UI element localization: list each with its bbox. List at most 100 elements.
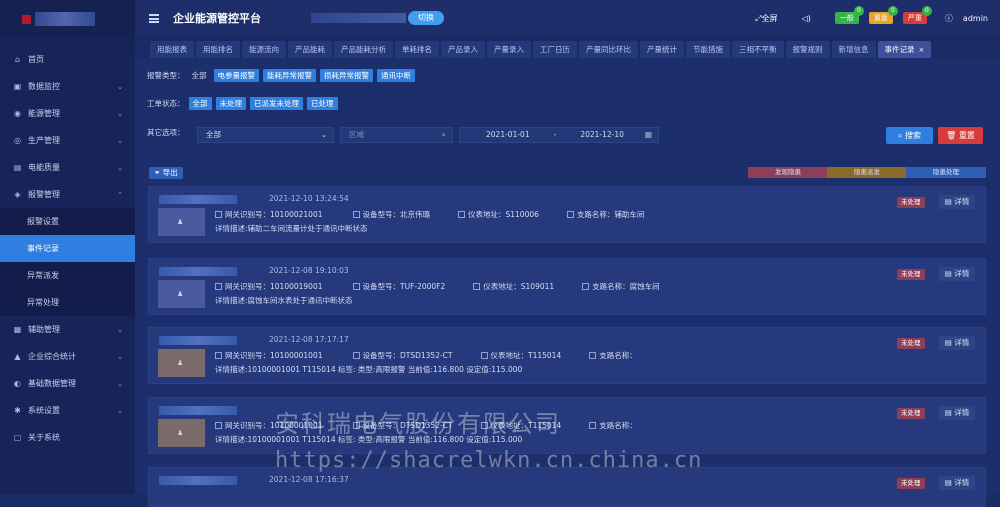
- person-icon: ♟: [177, 429, 184, 437]
- alarm-type-comm[interactable]: 通讯中断: [377, 69, 415, 82]
- model-icon: [352, 283, 360, 290]
- tab-event-records[interactable]: 事件记录 ×: [877, 41, 932, 58]
- tab-unit-ranking[interactable]: 单耗排名: [395, 41, 439, 58]
- alarm-type-loss[interactable]: 损耗异常报警: [320, 69, 373, 82]
- tab-usage-ranking[interactable]: 用能排名: [196, 41, 240, 58]
- order-status-unhandled[interactable]: 未处理: [215, 97, 246, 110]
- meter-icon: [480, 422, 488, 429]
- sidebar-item-stats[interactable]: ▲ 企业综合统计 ⌄: [0, 343, 135, 370]
- fullscreen-button[interactable]: ⤢全屏: [755, 13, 777, 24]
- link-icon: ⚭: [154, 168, 163, 177]
- event-card: 2021-12-10 13:24:54 ♟ 网关识别号：10100021001 设…: [148, 186, 986, 243]
- badge-urgent[interactable]: 紧急 0: [868, 6, 898, 24]
- sidebar-item-home[interactable]: ⌂ 首页: [0, 46, 135, 73]
- badge-normal[interactable]: 一般 0: [834, 6, 864, 24]
- tab-alarm-rules[interactable]: 报警规则: [785, 41, 830, 58]
- tab-product-analysis[interactable]: 产品能耗分析: [334, 41, 393, 58]
- tab-factory-calendar[interactable]: 工厂日历: [533, 41, 577, 58]
- sidebar-item-alarm-settings[interactable]: 报警设置: [0, 208, 135, 235]
- option-select[interactable]: 全部 ⌄: [197, 127, 334, 143]
- detail-button[interactable]: ▤ 详情: [939, 336, 975, 350]
- order-status-all[interactable]: 全部: [188, 97, 212, 110]
- detail-button[interactable]: ▤ 详情: [939, 195, 975, 209]
- tab-bar: 用能报表 用能排名 能源流向 产品能耗 产品能耗分析 单耗排名 产品录入 产量录…: [135, 36, 1000, 58]
- tab-energy-flow[interactable]: 能源流向: [242, 41, 286, 58]
- chevron-down-icon: ⌄: [117, 325, 123, 334]
- sidebar-item-about[interactable]: ▢ 关于系统: [0, 424, 135, 451]
- branch-icon: [589, 352, 597, 359]
- date-range-picker[interactable]: 2021-01-01-2021-12-10 ▦: [459, 127, 659, 143]
- sidebar-item-settings[interactable]: ✱ 系统设置 ⌄: [0, 397, 135, 424]
- sidebar-item-energy[interactable]: ◉ 能源管理 ⌄: [0, 100, 135, 127]
- search-button[interactable]: ⌕ 搜索: [886, 127, 933, 144]
- tab-saving-measures[interactable]: 节能措施: [686, 41, 730, 58]
- user-name[interactable]: admin: [963, 14, 988, 23]
- close-icon[interactable]: ×: [919, 46, 925, 54]
- about-icon: ▢: [13, 433, 22, 442]
- menu-toggle-icon[interactable]: [149, 13, 159, 23]
- sidebar-item-base-data[interactable]: ◐ 基础数据管理 ⌄: [0, 370, 135, 397]
- status-badge: 未处理: [897, 269, 925, 280]
- person-icon: ♟: [177, 290, 184, 298]
- alarm-type-electric[interactable]: 电参量报警: [213, 69, 259, 82]
- document-icon: ▤: [944, 197, 955, 206]
- alarm-type-all[interactable]: 全部: [189, 70, 210, 81]
- tab-new-info[interactable]: 新增信息: [831, 41, 876, 58]
- person-icon: ♟: [177, 359, 184, 367]
- sidebar-item-alarm[interactable]: ◈ 报警管理 ⌃: [0, 181, 135, 208]
- sidebar-item-event-records[interactable]: 事件记录: [0, 235, 135, 262]
- person-icon: ♟: [177, 218, 184, 226]
- event-thumbnail: ♟: [158, 349, 205, 377]
- order-status-handled[interactable]: 已处理: [307, 97, 338, 110]
- header: 企业能源管控平台 切换 ⤢全屏 ◁) 一般 0 紧急 0 严重 0 ⓘ admin: [135, 0, 1000, 36]
- alarm-type-filter: 报警类型： 全部 电参量报警 能耗异常报警 损耗异常报警 通讯中断: [147, 69, 415, 82]
- tab-three-phase[interactable]: 三相不平衡: [732, 41, 784, 58]
- switch-button[interactable]: 切换: [408, 11, 444, 25]
- sidebar-item-production[interactable]: ◎ 生产管理 ⌄: [0, 127, 135, 154]
- alarm-type-energy[interactable]: 能耗异常报警: [263, 69, 316, 82]
- sound-icon[interactable]: ◁): [802, 14, 811, 23]
- meter-icon: [480, 352, 488, 359]
- trash-icon: 🗑: [946, 131, 959, 140]
- tab-usage-report[interactable]: 用能报表: [150, 41, 194, 58]
- chevron-down-icon: ⌄: [117, 352, 123, 361]
- chevron-down-icon: ⌄: [117, 163, 123, 172]
- event-name: [159, 267, 237, 276]
- tab-product-entry[interactable]: 产品录入: [441, 41, 485, 58]
- main-content: 报警类型： 全部 电参量报警 能耗异常报警 损耗异常报警 通讯中断 工单状态： …: [135, 58, 1000, 507]
- reset-button[interactable]: 🗑 重置: [938, 127, 983, 144]
- production-icon: ◎: [14, 136, 21, 145]
- sidebar-item-exception-dispatch[interactable]: 异常派发: [0, 262, 135, 289]
- event-card: 2021-12-08 17:16:37 未处理 ▤ 详情: [148, 467, 986, 507]
- sidebar-item-power-quality[interactable]: ▤ 电能质量 ⌄: [0, 154, 135, 181]
- gateway-icon: [215, 352, 222, 359]
- chevron-down-icon: ⌄: [320, 130, 327, 139]
- status-badge: 未处理: [897, 197, 925, 208]
- region-input[interactable]: 区域 ⌕: [340, 127, 453, 143]
- event-card: ♟ 网关识别号：10100001001 设备型号：DTSD1352-CT 仪表地址：…: [148, 397, 986, 454]
- sidebar-item-exception-handle[interactable]: 异常处理: [0, 289, 135, 316]
- event-card: 2021-12-08 19:10:03 ♟ 网关识别号：10100019001 设…: [148, 258, 986, 315]
- monitor-icon: ▣: [13, 82, 22, 91]
- tab-product-consumption[interactable]: 产品能耗: [288, 41, 332, 58]
- document-icon: ▤: [944, 478, 955, 487]
- sidebar-item-monitor[interactable]: ▣ 数据监控 ⌄: [0, 73, 135, 100]
- help-icon[interactable]: ⓘ: [945, 13, 953, 24]
- tab-output-compare[interactable]: 产量同比环比: [579, 41, 638, 58]
- search-icon: ⌕: [441, 130, 446, 139]
- detail-button[interactable]: ▤ 详情: [939, 267, 975, 281]
- branch-icon: [589, 422, 597, 429]
- export-button[interactable]: ⚭ 导出: [149, 167, 183, 179]
- order-status-dispatched[interactable]: 已派发未处理: [250, 97, 303, 110]
- model-icon: [352, 211, 360, 218]
- detail-button[interactable]: ▤ 详情: [939, 406, 975, 420]
- sidebar-item-assist[interactable]: ▦ 辅助管理 ⌄: [0, 316, 135, 343]
- meter-icon: [458, 211, 465, 218]
- detail-button[interactable]: ▤ 详情: [939, 476, 975, 490]
- badge-severe[interactable]: 严重 0: [902, 6, 932, 24]
- tab-output-entry[interactable]: 产量录入: [487, 41, 531, 58]
- event-name: [159, 406, 237, 415]
- model-icon: [352, 352, 360, 359]
- tab-output-stats[interactable]: 产量统计: [640, 41, 684, 58]
- settings-icon: ✱: [14, 406, 21, 415]
